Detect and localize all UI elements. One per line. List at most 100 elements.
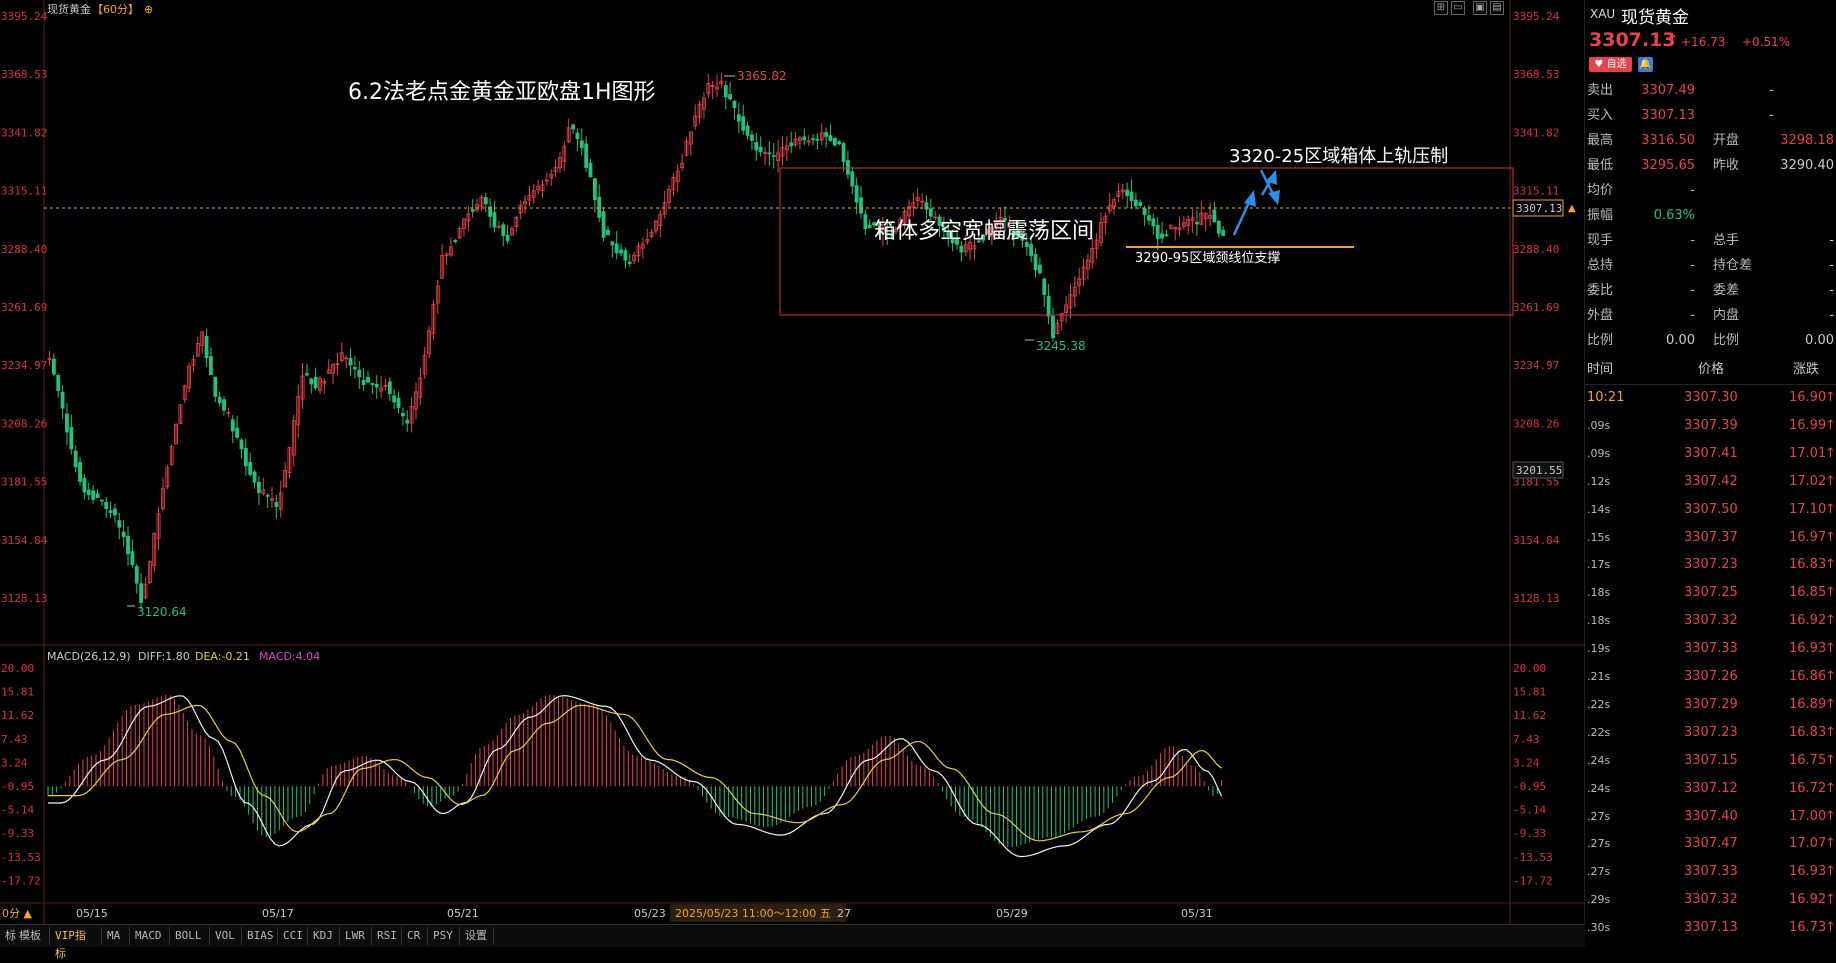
candle-body (99, 499, 104, 502)
menu-icon[interactable]: ▤ (1490, 1, 1504, 15)
tab-4[interactable]: MACD (130, 927, 170, 945)
tab-9[interactable]: KDJ (308, 927, 340, 945)
candle-body (1129, 191, 1134, 202)
candle-body (78, 461, 82, 482)
tick-change: 17.00 (1789, 808, 1827, 824)
tab-10[interactable]: LWR (340, 927, 372, 945)
candle-body (863, 214, 868, 230)
quote-value: 3307.13 (1641, 108, 1695, 123)
tab-2[interactable]: VIP指标 (50, 927, 102, 960)
quote-label: 均价 (1587, 183, 1614, 198)
hover-price-tag: 3201.55 (1516, 464, 1562, 477)
macd-tick-right: 20.00 (1513, 662, 1546, 675)
up-arrow-icon: ↑ (1825, 473, 1836, 489)
up-arrow-icon: ↑ (1825, 390, 1836, 405)
quote-row: 最高 3316.50 开盘 3298.18 (1585, 128, 1836, 153)
candle-body (754, 141, 759, 151)
candle-body (575, 132, 580, 140)
candle-body (230, 419, 235, 432)
tab-0[interactable]: 标 (0, 927, 16, 945)
quote-row: 委比 - 委差 - (1585, 278, 1836, 303)
tick-row: .27s 3307.40 17.00 ↑ (1585, 803, 1836, 831)
candle-body (117, 520, 122, 528)
macd-tick-right: -17.72 (1513, 874, 1553, 887)
tab-3[interactable]: MA (102, 927, 130, 945)
up-arrow-icon: ↑ (1825, 501, 1836, 517)
macd-dea-line (48, 704, 1222, 842)
tick-price: 3307.29 (1684, 696, 1738, 712)
chart-period[interactable]: 【60分】 (92, 3, 139, 16)
tick-price: 3307.39 (1684, 417, 1738, 433)
tick-row: .15s 3307.37 16.97 ↑ (1585, 524, 1836, 552)
tick-time: .22s (1587, 697, 1611, 711)
tab-13[interactable]: PSY (428, 927, 460, 945)
quote-label-2: - (1769, 83, 1774, 98)
maximize-icon[interactable]: ▣ (1473, 1, 1487, 15)
quote-value: - (1690, 283, 1695, 298)
candle-body (73, 450, 78, 468)
fit-icon[interactable]: ⊞ (1434, 1, 1448, 15)
candle-body (1195, 221, 1199, 225)
tab-6[interactable]: VOL (210, 927, 242, 945)
candle-body (113, 508, 117, 516)
candle-body (745, 125, 750, 136)
quote-value-2: 3298.18 (1780, 133, 1834, 148)
up-arrow-icon: ↑ (1825, 417, 1836, 433)
price-tick-right: 3261.69 (1513, 301, 1559, 314)
candle-body (841, 143, 846, 163)
quote-name: 现货黄金 (1621, 8, 1689, 28)
restore-icon[interactable]: ▭ (1451, 1, 1465, 15)
tick-time: .12s (1587, 474, 1611, 488)
tick-header-price: 价格 (1698, 362, 1725, 377)
tab-8[interactable]: CCI (278, 927, 308, 945)
candle-body (392, 395, 397, 403)
candle-body (222, 399, 226, 411)
macd-axis-right: 20.00 15.81 11.62 7.43 3.24 -0.95 -5.14 -9.33 -1… (1513, 662, 1553, 887)
up-arrow-icon: ↑ (1825, 585, 1836, 601)
tab-12[interactable]: CR (402, 927, 428, 945)
period-switcher[interactable]: 0分 ▲ (2, 907, 32, 920)
tab-14[interactable]: 设置 (460, 927, 494, 945)
candle-body (257, 481, 261, 493)
candle-body (217, 396, 222, 404)
candle-body (374, 383, 379, 388)
candle-body (619, 249, 623, 254)
chart-title: 现货黄金 (47, 2, 91, 16)
chart-canvas[interactable]: 3395.24 3368.53 3341.82 3315.11 3288.40 3261.… (0, 0, 1585, 924)
up-arrow-icon: ↑ (1825, 780, 1836, 796)
candle-body (736, 114, 741, 122)
tick-price: 3307.30 (1684, 390, 1738, 405)
candle-body (1147, 215, 1151, 221)
annotation-upper: 3320-25区域箱体上轨压制 (1229, 146, 1448, 167)
quote-value: 0.63% (1653, 208, 1695, 223)
low-marker-1: 3120.64 (137, 605, 187, 619)
price-tick-left: 3234.97 (1, 359, 47, 372)
candle-body (370, 382, 375, 385)
candle-body (789, 142, 794, 147)
quote-value: - (1690, 258, 1695, 273)
tab-1[interactable]: 模板 (14, 927, 50, 945)
candle-body (274, 501, 279, 507)
bell-icon[interactable]: 🔔 (1638, 57, 1653, 72)
up-arrow-icon: ↑ (1825, 445, 1836, 461)
tick-change: 17.10 (1789, 501, 1827, 517)
time-label: 05/31 (1181, 907, 1213, 920)
tick-time: .27s (1587, 865, 1611, 879)
up-arrow-icon: ↑ (1825, 724, 1836, 740)
candle-body (732, 100, 737, 108)
macd-macd-value: MACD:4.04 (259, 650, 320, 663)
tab-11[interactable]: RSI (372, 927, 402, 945)
macd-tick-left: 11.62 (1, 709, 34, 722)
fav-button[interactable]: ♥ 自选 (1589, 57, 1632, 72)
tick-time: 10:21 (1587, 390, 1625, 405)
price-tick-right: 3234.97 (1513, 359, 1559, 372)
tab-7[interactable]: BIAS (242, 927, 278, 945)
gear-icon[interactable]: ⊕ (144, 3, 153, 16)
candle-body (850, 171, 855, 187)
tab-5[interactable]: BOLL (170, 927, 210, 945)
fav-label: 自选 (1606, 59, 1627, 70)
macd-axis-left: 20.00 15.81 11.62 7.43 3.24 -0.95 -5.14 -9.33 -1… (1, 662, 41, 887)
candle-body (1216, 220, 1221, 234)
candle-body (592, 178, 597, 201)
tick-time: .27s (1587, 809, 1611, 823)
